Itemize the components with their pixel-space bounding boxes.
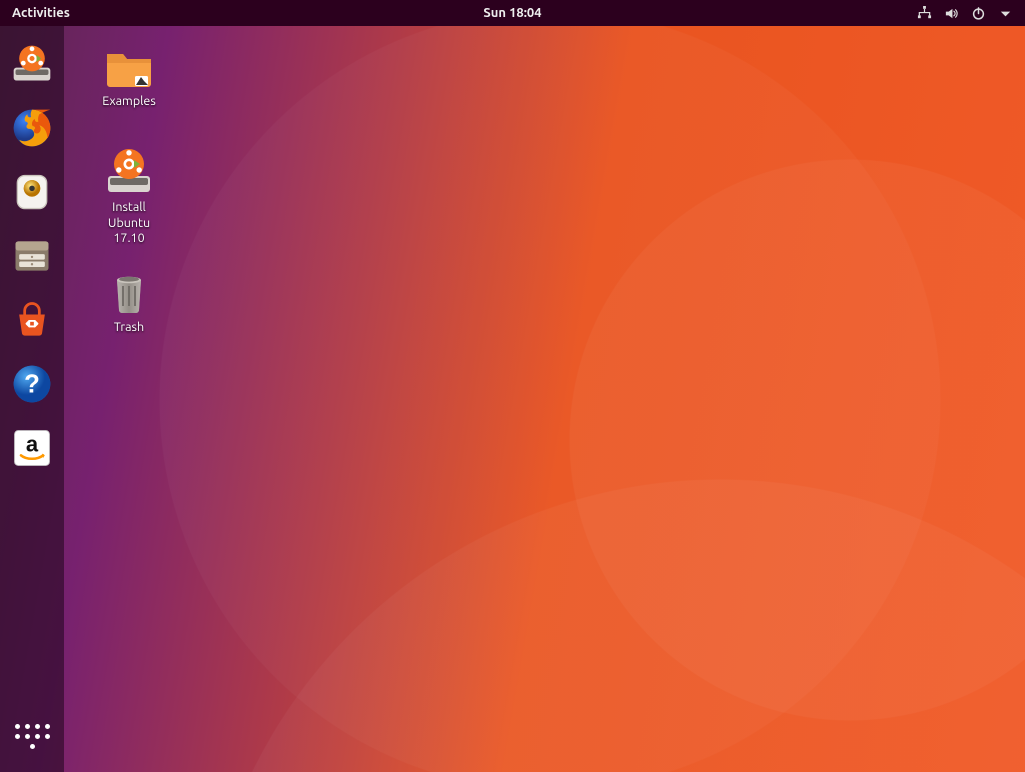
software-icon[interactable]: [7, 295, 57, 345]
network-icon[interactable]: [917, 6, 932, 21]
firefox-icon[interactable]: [7, 103, 57, 153]
help-icon[interactable]: ?: [7, 359, 57, 409]
installer-icon: [103, 146, 155, 198]
volume-icon[interactable]: [944, 6, 959, 21]
trash-bin-icon: [103, 266, 155, 318]
desktop-icon-label: Install Ubuntu 17.10: [84, 200, 174, 247]
trash-icon[interactable]: Trash: [84, 266, 174, 336]
svg-text:a: a: [26, 432, 39, 457]
svg-text:?: ?: [24, 370, 40, 398]
examples-folder[interactable]: Examples: [84, 40, 174, 110]
amazon-icon[interactable]: a: [7, 423, 57, 473]
power-icon[interactable]: [971, 6, 986, 21]
desktop-icon-label: Trash: [84, 320, 174, 336]
nautilus-icon[interactable]: [7, 231, 57, 281]
top-panel: Activities Sun 18:04: [0, 0, 1025, 26]
installer-icon[interactable]: [7, 39, 57, 89]
chevron-down-icon[interactable]: [998, 6, 1013, 21]
install-launcher[interactable]: Install Ubuntu 17.10: [84, 146, 174, 247]
folder-icon: [103, 40, 155, 92]
desktop-icon-label: Examples: [84, 94, 174, 110]
system-tray: [917, 6, 1025, 21]
rhythmbox-icon[interactable]: [7, 167, 57, 217]
clock[interactable]: Sun 18:04: [483, 6, 541, 20]
show-applications-button[interactable]: [12, 716, 52, 756]
desktop[interactable]: Examples Install Ubuntu 17.10: [64, 26, 1025, 772]
activities-button[interactable]: Activities: [0, 6, 82, 20]
dock: ? a: [0, 26, 64, 772]
